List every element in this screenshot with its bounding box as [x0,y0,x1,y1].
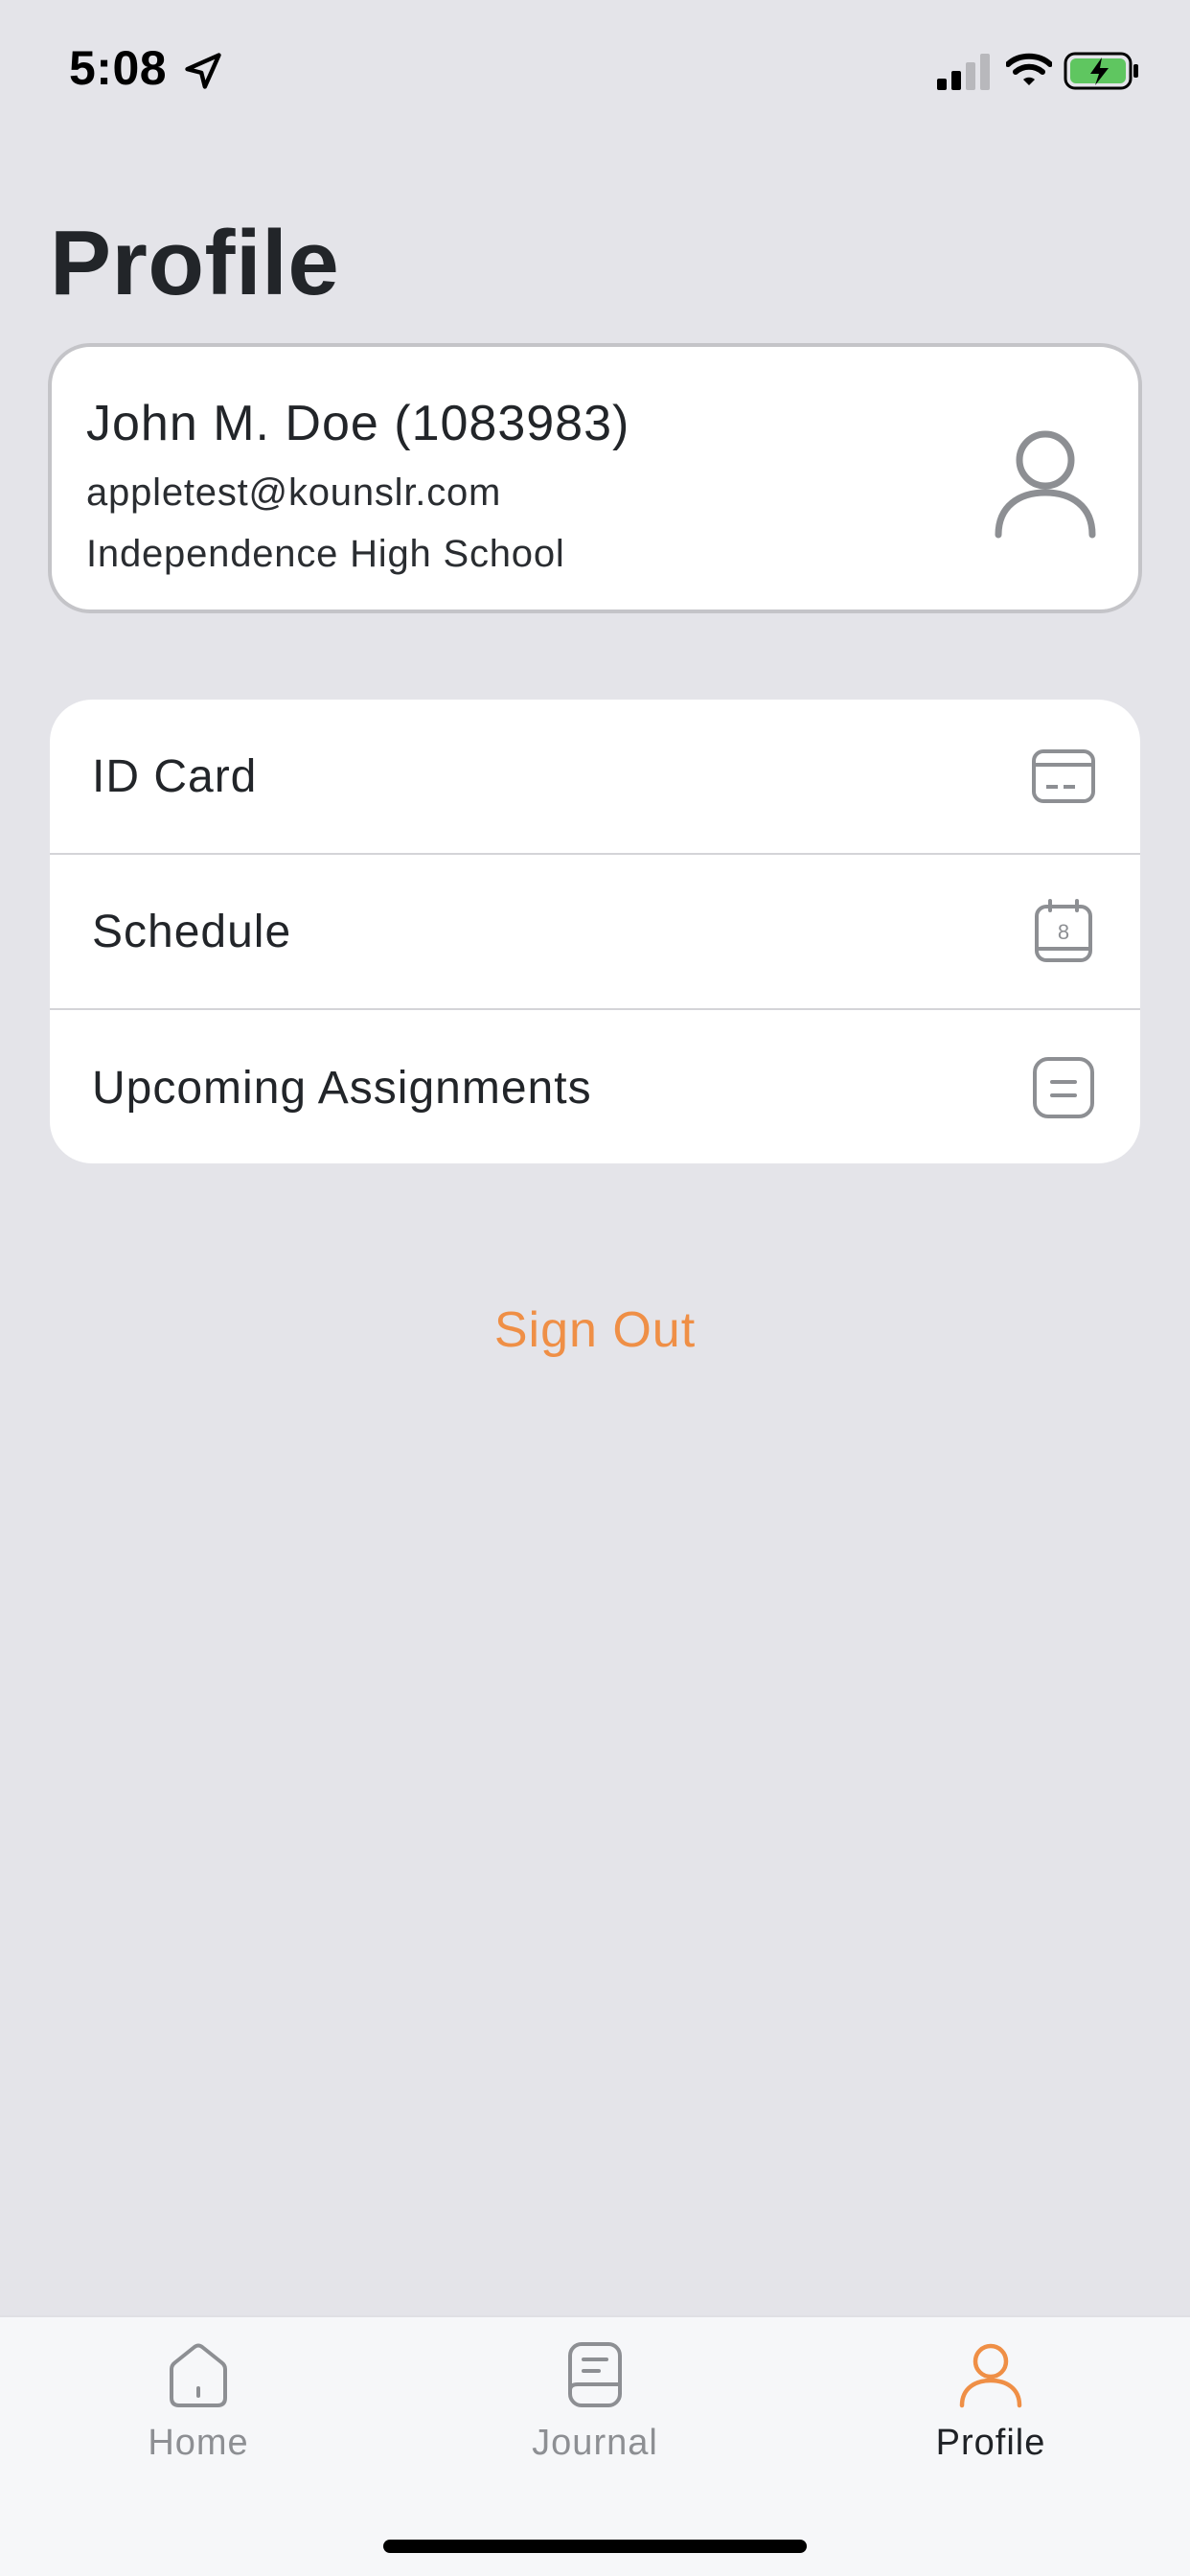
tab-profile[interactable]: Profile [847,2340,1134,2464]
profile-name: John M. Doe (1083983) [86,396,630,451]
tab-home[interactable]: Home [55,2340,342,2464]
home-indicator[interactable] [383,2540,807,2553]
tab-label: Journal [532,2423,658,2463]
menu-item-schedule[interactable]: Schedule 8 [50,855,1140,1010]
menu-item-upcoming-assignments[interactable]: Upcoming Assignments [50,1010,1140,1163]
battery-charging-icon [1064,52,1138,90]
cellular-signal-icon [937,54,990,90]
journal-icon [568,2342,622,2407]
svg-text:8: 8 [1058,920,1069,944]
status-bar: 5:08 [0,0,1190,144]
tab-bar: Home Journal Profile [0,2315,1190,2576]
profile-email: appletest@kounslr.com [86,472,502,514]
menu-item-label: ID Card [92,750,258,802]
menu-item-label: Upcoming Assignments [92,1062,592,1114]
menu-item-label: Schedule [92,906,292,957]
menu-item-id-card[interactable]: ID Card [50,700,1140,855]
tab-label: Home [148,2423,249,2463]
location-arrow-icon [185,53,221,89]
tab-journal[interactable]: Journal [451,2340,739,2464]
status-time: 5:08 [69,41,168,95]
id-card-icon [1032,749,1095,803]
calendar-icon: 8 [1035,899,1092,962]
profile-menu-list: ID Card Schedule 8 Upcoming Assignments [50,700,1140,1163]
wifi-icon [1006,53,1052,85]
profile-screen: 5:08 Profile John M. Doe (1083983) apple… [0,0,1190,2576]
page-title: Profile [50,212,340,314]
profile-card[interactable]: John M. Doe (1083983) appletest@kounslr.… [48,343,1142,613]
tab-label: Profile [935,2423,1046,2463]
sign-out-button[interactable]: Sign Out [0,1301,1190,1359]
person-icon [995,430,1096,539]
profile-icon [959,2343,1022,2408]
home-icon [170,2343,227,2407]
profile-school: Independence High School [86,533,565,575]
assignments-icon [1033,1057,1094,1118]
